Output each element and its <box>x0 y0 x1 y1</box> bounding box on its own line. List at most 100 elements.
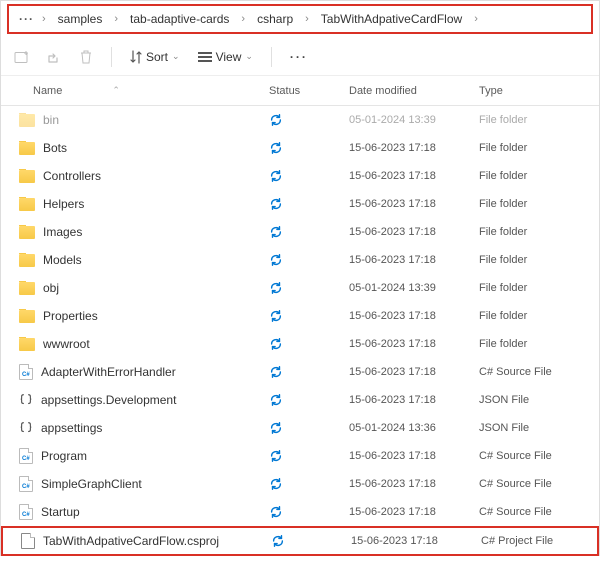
file-type: File folder <box>479 198 599 210</box>
breadcrumb-ellipsis[interactable]: ··· <box>15 12 38 26</box>
sync-status-icon <box>269 477 283 491</box>
sync-status-icon <box>269 141 283 155</box>
file-type: C# Source File <box>479 366 599 378</box>
file-type: C# Source File <box>479 506 599 518</box>
chevron-right-icon: › <box>112 13 120 25</box>
header-status[interactable]: Status <box>269 85 349 97</box>
json-file-icon <box>19 420 33 436</box>
file-name: Bots <box>43 141 67 155</box>
cs-file-icon: C# <box>19 364 33 380</box>
file-name: TabWithAdpativeCardFlow.csproj <box>43 534 219 548</box>
file-type: File folder <box>479 142 599 154</box>
folder-icon <box>19 254 35 267</box>
toolbar: Sort ⌄ View ⌄ ··· <box>1 38 599 76</box>
file-row[interactable]: bin05-01-2024 13:39File folder <box>1 106 599 134</box>
file-name: Startup <box>41 505 80 519</box>
file-row[interactable]: obj05-01-2024 13:39File folder <box>1 274 599 302</box>
header-type[interactable]: Type <box>479 85 599 97</box>
file-date: 15-06-2023 17:18 <box>349 310 479 322</box>
sync-status-icon <box>269 309 283 323</box>
file-type: File folder <box>479 226 599 238</box>
view-button[interactable]: View ⌄ <box>192 50 259 64</box>
file-type: C# Source File <box>479 450 599 462</box>
file-row[interactable]: appsettings05-01-2024 13:36JSON File <box>1 414 599 442</box>
file-row[interactable]: Models15-06-2023 17:18File folder <box>1 246 599 274</box>
file-name: AdapterWithErrorHandler <box>41 365 176 379</box>
folder-icon <box>19 142 35 155</box>
chevron-down-icon: ⌄ <box>172 51 180 62</box>
file-date: 15-06-2023 17:18 <box>349 450 479 462</box>
breadcrumb: ···›samples›tab-adaptive-cards›csharp›Ta… <box>1 1 599 34</box>
cs-file-icon: C# <box>19 448 33 464</box>
sync-status-icon <box>269 393 283 407</box>
header-date[interactable]: Date modified <box>349 85 479 97</box>
header-name[interactable]: Name ⌃ <box>19 85 269 97</box>
file-row[interactable]: C#SimpleGraphClient15-06-2023 17:18C# So… <box>1 470 599 498</box>
share-icon[interactable] <box>41 44 67 70</box>
chevron-right-icon: › <box>472 13 480 25</box>
file-date: 05-01-2024 13:36 <box>349 422 479 434</box>
file-type: File folder <box>479 282 599 294</box>
file-row[interactable]: Controllers 15-06-2023 17:18File folder <box>1 162 599 190</box>
chevron-right-icon: › <box>303 13 311 25</box>
file-date: 15-06-2023 17:18 <box>349 506 479 518</box>
folder-icon <box>19 114 35 127</box>
folder-icon <box>19 338 35 351</box>
file-name: Controllers <box>43 169 101 183</box>
file-row[interactable]: Properties15-06-2023 17:18File folder <box>1 302 599 330</box>
breadcrumb-item[interactable]: TabWithAdpativeCardFlow <box>313 10 470 28</box>
file-name: bin <box>43 113 59 127</box>
chevron-down-icon: ⌄ <box>245 51 253 62</box>
file-row[interactable]: C# Program 15-06-2023 17:18C# Source File <box>1 442 599 470</box>
file-name: obj <box>43 281 59 295</box>
list-view-icon <box>198 52 212 62</box>
breadcrumb-item[interactable]: samples <box>50 10 111 28</box>
file-row[interactable]: Bots 15-06-2023 17:18File folder <box>1 134 599 162</box>
file-date: 15-06-2023 17:18 <box>349 254 479 266</box>
file-row[interactable]: TabWithAdpativeCardFlow.csproj 15-06-2023… <box>1 526 599 556</box>
file-row[interactable]: wwwroot15-06-2023 17:18File folder <box>1 330 599 358</box>
file-name: Models <box>43 253 82 267</box>
folder-icon <box>19 226 35 239</box>
file-row[interactable]: C#AdapterWithErrorHandler15-06-2023 17:1… <box>1 358 599 386</box>
delete-icon[interactable] <box>73 44 99 70</box>
file-date: 15-06-2023 17:18 <box>349 338 479 350</box>
file-type: C# Source File <box>479 478 599 490</box>
breadcrumb-item[interactable]: tab-adaptive-cards <box>122 10 237 28</box>
file-date: 15-06-2023 17:18 <box>349 226 479 238</box>
file-name: Program <box>41 449 87 463</box>
file-type: JSON File <box>479 394 599 406</box>
sync-status-icon <box>269 253 283 267</box>
more-button[interactable]: ··· <box>284 50 314 64</box>
file-row[interactable]: Helpers15-06-2023 17:18File folder <box>1 190 599 218</box>
sync-status-icon <box>269 113 283 127</box>
file-date: 15-06-2023 17:18 <box>349 170 479 182</box>
file-type: File folder <box>479 338 599 350</box>
file-name: Properties <box>43 309 98 323</box>
file-date: 15-06-2023 17:18 <box>351 535 481 547</box>
breadcrumb-item[interactable]: csharp <box>249 10 301 28</box>
file-date: 15-06-2023 17:18 <box>349 198 479 210</box>
sync-status-icon <box>269 169 283 183</box>
file-type: C# Project File <box>481 535 597 547</box>
sort-button[interactable]: Sort ⌄ <box>124 50 186 64</box>
file-name: appsettings <box>41 421 102 435</box>
folder-icon <box>19 310 35 323</box>
sync-status-icon <box>269 225 283 239</box>
folder-icon <box>19 170 35 183</box>
sort-label: Sort <box>146 50 168 64</box>
separator <box>111 47 112 67</box>
view-label: View <box>216 50 242 64</box>
file-type: File folder <box>479 170 599 182</box>
file-date: 15-06-2023 17:18 <box>349 142 479 154</box>
file-row[interactable]: C#Startup15-06-2023 17:18C# Source File <box>1 498 599 526</box>
sync-status-icon <box>269 421 283 435</box>
file-row[interactable]: Images15-06-2023 17:18File folder <box>1 218 599 246</box>
cs-file-icon: C# <box>19 476 33 492</box>
chevron-right-icon: › <box>40 13 48 25</box>
new-folder-icon[interactable] <box>9 44 35 70</box>
column-headers: Name ⌃ Status Date modified Type <box>1 76 599 106</box>
file-list: bin05-01-2024 13:39File folder Bots 15-06-… <box>1 106 599 556</box>
file-row[interactable]: appsettings.Development15-06-2023 17:18J… <box>1 386 599 414</box>
file-name: SimpleGraphClient <box>41 477 142 491</box>
